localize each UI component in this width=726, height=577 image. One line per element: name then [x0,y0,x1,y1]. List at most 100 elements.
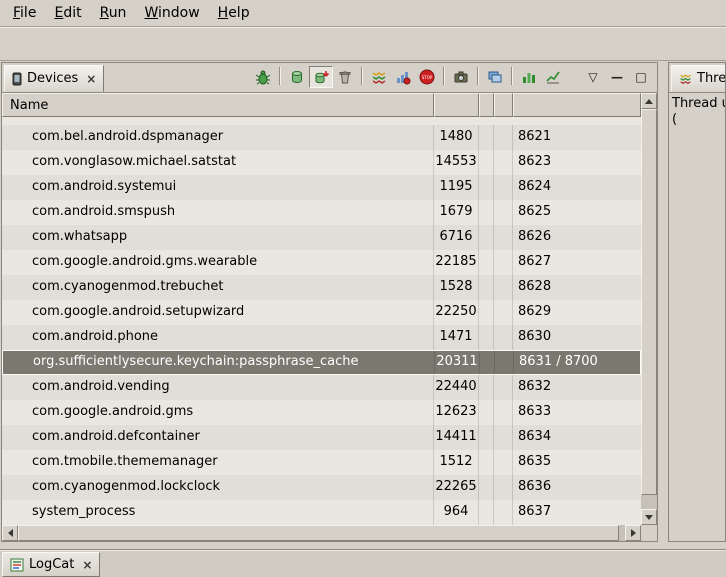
minimize-button[interactable]: — [605,66,629,88]
scroll-up-button[interactable] [641,93,657,109]
table-row[interactable]: com.google.android.gms126238633 [2,400,641,425]
port-cell: 8626 [513,225,641,250]
process-name-cell: com.android.defcontainer [2,425,434,450]
menu-help[interactable]: Help [209,2,259,24]
table-row[interactable]: com.tmobile.thememanager15128635 [2,450,641,475]
table-row[interactable]: com.cyanogenmod.trebuchet15288628 [2,275,641,300]
table-row[interactable]: com.vonglasow.michael.satstat145538623 [2,150,641,175]
sysinfo-button[interactable] [517,66,541,88]
main-toolbar-strip [0,26,726,61]
close-icon[interactable]: × [79,558,92,572]
process-name-cell: system_process [2,500,434,525]
process-name-cell: com.android.smspush [2,200,434,225]
scroll-down-button[interactable] [641,509,657,525]
tab-logcat[interactable]: LogCat × [2,552,100,577]
devices-view-header: Devices × STOP ▽— □ [2,63,657,93]
scroll-left-button[interactable] [2,525,18,541]
blank-cell [494,450,513,475]
column-header-blank-1[interactable] [434,93,479,117]
pid-cell: 1471 [434,325,479,350]
scroll-right-button[interactable] [625,525,641,541]
menu-edit[interactable]: Edit [45,2,90,24]
logcat-tab-label: LogCat [29,557,74,572]
table-row[interactable]: com.bel.android.dspmanager14808621 [2,125,641,150]
view-menu-button[interactable]: ▽ [581,66,605,88]
threads-view-header: Threa [669,63,725,93]
column-header-blank-3[interactable] [494,93,513,117]
cause-gc-button[interactable] [333,66,357,88]
table-row[interactable]: com.google.android.gms.wearable221858627 [2,250,641,275]
blank-cell [494,400,513,425]
process-table-body: com.bel.android.dspmanager14808621com.vo… [2,117,641,525]
blank-cell [479,425,494,450]
toolbar-separator [443,67,445,85]
frame-capture-button[interactable] [483,66,507,88]
update-threads-button[interactable] [367,66,391,88]
column-header-name[interactable]: Name [2,93,434,117]
debug-process-button[interactable] [251,66,275,88]
threads-icon [679,72,692,85]
table-row[interactable]: com.whatsapp67168626 [2,225,641,250]
maximize-button[interactable]: □ [629,66,653,88]
toolbar-separator [511,67,513,85]
menu-file[interactable]: File [4,2,45,24]
process-name-cell: com.tmobile.thememanager [2,450,434,475]
blank-cell [479,125,494,150]
blank-cell [479,200,494,225]
port-cell: 8625 [513,200,641,225]
table-row[interactable]: com.android.defcontainer144118634 [2,425,641,450]
table-row[interactable]: com.android.vending224408632 [2,375,641,400]
port-cell: 8629 [513,300,641,325]
column-header-blank-2[interactable] [479,93,494,117]
table-row[interactable]: com.android.phone14718630 [2,325,641,350]
screen-capture-button[interactable] [449,66,473,88]
sysinfo-icon [521,69,537,85]
horizontal-scroll-track[interactable] [18,525,625,541]
tab-devices[interactable]: Devices × [4,65,104,92]
table-row[interactable]: com.cyanogenmod.lockclock222658636 [2,475,641,500]
menu-window[interactable]: Window [135,2,208,24]
horizontal-scroll-thumb[interactable] [18,525,619,541]
table-row[interactable]: org.sufficientlysecure.keychain:passphra… [2,350,641,375]
down-arrow-icon [645,515,653,520]
graph-button[interactable] [541,66,565,88]
logcat-bar: LogCat × [0,549,726,577]
update-heap-button[interactable] [285,66,309,88]
blank-cell [494,125,513,150]
vertical-scroll-thumb[interactable] [641,109,657,495]
threads-message-line: Thread up [672,96,722,112]
pid-cell: 1679 [434,200,479,225]
start-method-profiling-button[interactable] [391,66,415,88]
tab-threads[interactable]: Threa [671,65,726,92]
dump-hprof-button[interactable] [309,66,333,88]
close-icon[interactable]: × [83,72,96,86]
horizontal-scrollbar[interactable] [2,525,641,541]
menu-run[interactable]: Run [91,2,136,24]
pid-cell: 14553 [434,150,479,175]
blank-cell [479,175,494,200]
process-name-cell: com.google.android.gms [2,400,434,425]
maximize-icon: □ [635,70,646,84]
table-row[interactable]: com.android.systemui11958624 [2,175,641,200]
column-header-blank-4[interactable] [513,93,641,117]
pid-cell: 1195 [434,175,479,200]
blank-cell [494,150,513,175]
vertical-scrollbar[interactable] [641,93,657,525]
blank-cell [479,475,494,500]
port-cell: 8631 / 8700 [514,351,640,374]
blank-cell [494,250,513,275]
scrollbar-corner [641,525,657,541]
stop-process-button[interactable]: STOP [415,66,439,88]
process-name-cell: com.whatsapp [2,225,434,250]
blank-cell [479,275,494,300]
table-row[interactable]: com.android.smspush1679 8625 [2,200,641,225]
threads-message: Thread up( [669,93,725,131]
toolbar-separator [477,67,479,85]
vertical-scroll-track[interactable] [641,109,657,509]
table-row[interactable]: com.google.android.setupwizard222508629 [2,300,641,325]
process-name-cell: org.sufficientlysecure.keychain:passphra… [3,351,435,374]
port-cell: 8628 [513,275,641,300]
process-name-cell: com.android.vending [2,375,434,400]
table-row[interactable]: system_process9648637 [2,500,641,525]
blank-cell [494,325,513,350]
